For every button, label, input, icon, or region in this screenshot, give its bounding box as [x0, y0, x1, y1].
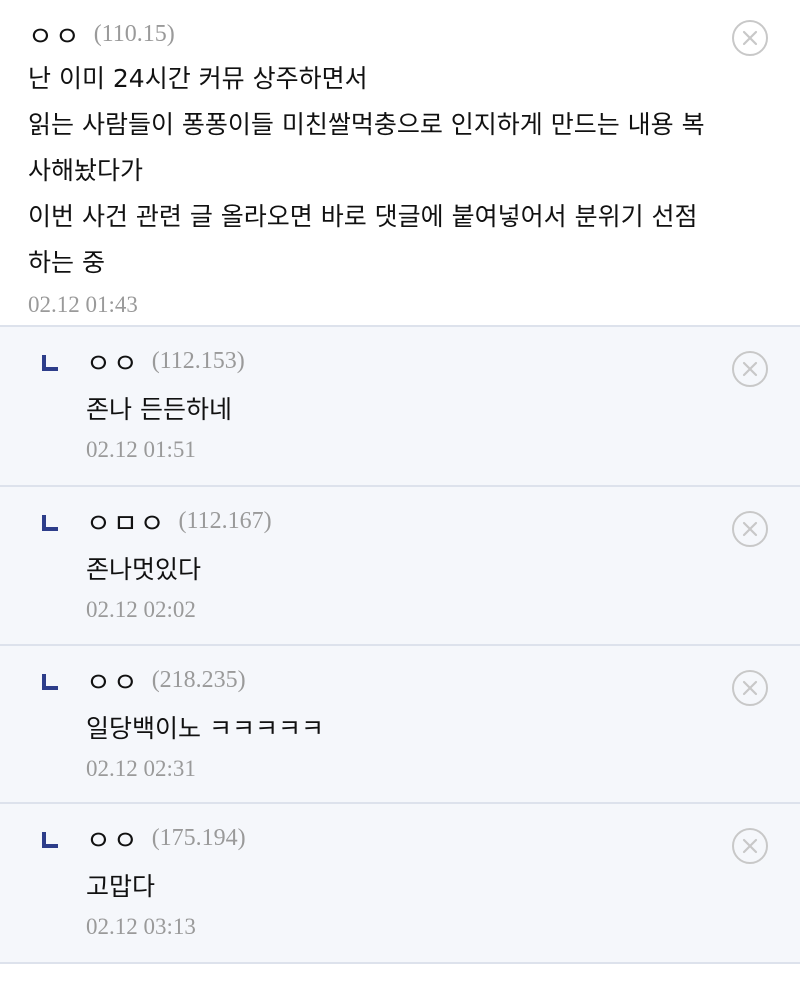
close-circle-icon	[742, 361, 758, 377]
reply-comment: ㅇㅇ (112.153) 존나 든든하네 02.12 01:51	[0, 327, 800, 487]
reply-header: ㅇㅇ (175.194)	[86, 819, 710, 858]
close-circle-icon	[742, 30, 758, 46]
close-circle-icon	[742, 838, 758, 854]
delete-reply-button[interactable]	[732, 828, 768, 864]
author-nickname[interactable]: ㅇㅁㅇ	[86, 502, 167, 541]
author-nickname[interactable]: ㅇㅇ	[28, 15, 82, 54]
author-nickname[interactable]: ㅇㅇ	[86, 661, 140, 700]
reply-comment: ㅇㅁㅇ (112.167) 존나멋있다 02.12 02:02	[0, 487, 800, 646]
comment-body: 난 이미 24시간 커뮤 상주하면서 읽는 사람들이 퐁퐁이들 미친쌀먹충으로 …	[28, 56, 710, 286]
author-nickname[interactable]: ㅇㅇ	[86, 342, 140, 381]
reply-arrow-icon	[42, 674, 58, 690]
reply-body: 고맙다	[86, 872, 156, 901]
comment-line: 난 이미 24시간 커뮤 상주하면서	[28, 64, 368, 93]
comment-list: ㅇㅇ (110.15) 난 이미 24시간 커뮤 상주하면서 읽는 사람들이 퐁…	[0, 0, 800, 964]
comment-line: 사해놨다가	[28, 156, 144, 185]
author-ip: (175.194)	[151, 824, 246, 851]
reply-comment: ㅇㅇ (218.235) 일당백이노 ㅋㅋㅋㅋㅋ 02.12 02:31	[0, 646, 800, 804]
reply-comment: ㅇㅇ (175.194) 고맙다 02.12 03:13	[0, 804, 800, 964]
reply-arrow-icon	[42, 832, 58, 848]
comment-header: ㅇㅇ (110.15)	[28, 15, 710, 54]
reply-date: 02.12 02:02	[86, 597, 196, 622]
comment-line: 하는 중	[28, 248, 105, 277]
author-ip: (112.153)	[151, 347, 245, 374]
reply-date: 02.12 01:51	[86, 437, 196, 462]
comment-line: 읽는 사람들이 퐁퐁이들 미친쌀먹충으로 인지하게 만드는 내용 복	[28, 110, 705, 139]
author-ip: (110.15)	[93, 20, 175, 47]
delete-comment-button[interactable]	[732, 20, 768, 56]
reply-arrow-icon	[42, 515, 58, 531]
comment-line: 이번 사건 관련 글 올라오면 바로 댓글에 붙여넣어서 분위기 선점	[28, 202, 698, 231]
comment-date: 02.12 01:43	[28, 292, 138, 317]
reply-body: 일당백이노 ㅋㅋㅋㅋㅋ	[86, 714, 324, 743]
reply-date: 02.12 02:31	[86, 756, 196, 781]
reply-arrow-icon	[42, 355, 58, 371]
delete-reply-button[interactable]	[732, 511, 768, 547]
reply-header: ㅇㅁㅇ (112.167)	[86, 502, 710, 541]
reply-body: 존나멋있다	[86, 555, 202, 584]
comment: ㅇㅇ (110.15) 난 이미 24시간 커뮤 상주하면서 읽는 사람들이 퐁…	[0, 0, 800, 327]
reply-header: ㅇㅇ (112.153)	[86, 342, 710, 381]
reply-body: 존나 든든하네	[86, 395, 232, 424]
close-circle-icon	[742, 521, 758, 537]
author-ip: (112.167)	[178, 507, 272, 534]
delete-reply-button[interactable]	[732, 351, 768, 387]
author-nickname[interactable]: ㅇㅇ	[86, 819, 140, 858]
delete-reply-button[interactable]	[732, 670, 768, 706]
reply-header: ㅇㅇ (218.235)	[86, 661, 710, 700]
reply-date: 02.12 03:13	[86, 914, 196, 939]
author-ip: (218.235)	[151, 666, 246, 693]
close-circle-icon	[742, 680, 758, 696]
